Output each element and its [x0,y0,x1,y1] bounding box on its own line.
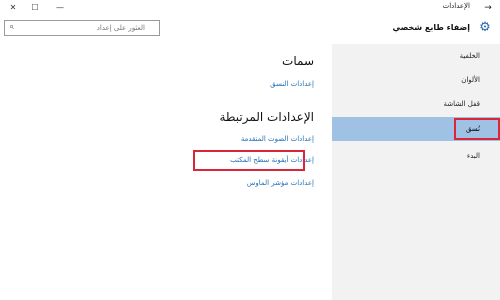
sidebar-item-start[interactable]: البدء [332,144,500,168]
sidebar-item-label: الخلفية [459,52,480,60]
sidebar-item-label: الألوان [461,76,480,84]
sidebar: الخلفية الألوان قفل الشاشة نُسق البدء [332,44,500,300]
window-title: الإعدادات [442,2,470,10]
main-content: سمات إعدادات النسق الإعدادات المرتبطة إع… [0,44,332,300]
sidebar-item-label: قفل الشاشة [443,100,481,108]
themes-highlight-box [454,118,500,140]
gear-icon: ⚙ [479,20,491,35]
mouse-pointer-settings-link[interactable]: إعدادات مؤشر الماوس [247,179,314,187]
sidebar-item-background[interactable]: الخلفية [332,44,500,68]
search-box[interactable]: ⌕ [4,20,160,36]
related-settings-title: الإعدادات المرتبطة [219,110,314,124]
minimize-icon[interactable]: — [49,0,71,15]
close-icon[interactable]: ✕ [2,0,24,15]
back-arrow-icon[interactable]: → [478,0,498,15]
maximize-icon[interactable]: ☐ [24,0,46,15]
theme-settings-link[interactable]: إعدادات النسق [270,80,314,88]
search-icon[interactable]: ⌕ [9,22,14,32]
sidebar-item-label: البدء [466,152,480,160]
page-title: إضفاء طابع شخصي [392,23,470,32]
desktop-icon-highlight-box [193,150,305,171]
title-bar: → الإعدادات — ☐ ✕ [0,0,500,15]
themes-section-title: سمات [282,54,314,68]
settings-window: → الإعدادات — ☐ ✕ ⚙ إضفاء طابع شخصي ⌕ ال… [0,0,500,300]
sidebar-item-lock-screen[interactable]: قفل الشاشة [332,92,500,116]
advanced-sound-settings-link[interactable]: إعدادات الصوت المتقدمة [241,135,314,143]
sidebar-item-colors[interactable]: الألوان [332,68,500,92]
page-header: ⚙ إضفاء طابع شخصي ⌕ [0,15,500,44]
search-input[interactable] [15,21,145,35]
